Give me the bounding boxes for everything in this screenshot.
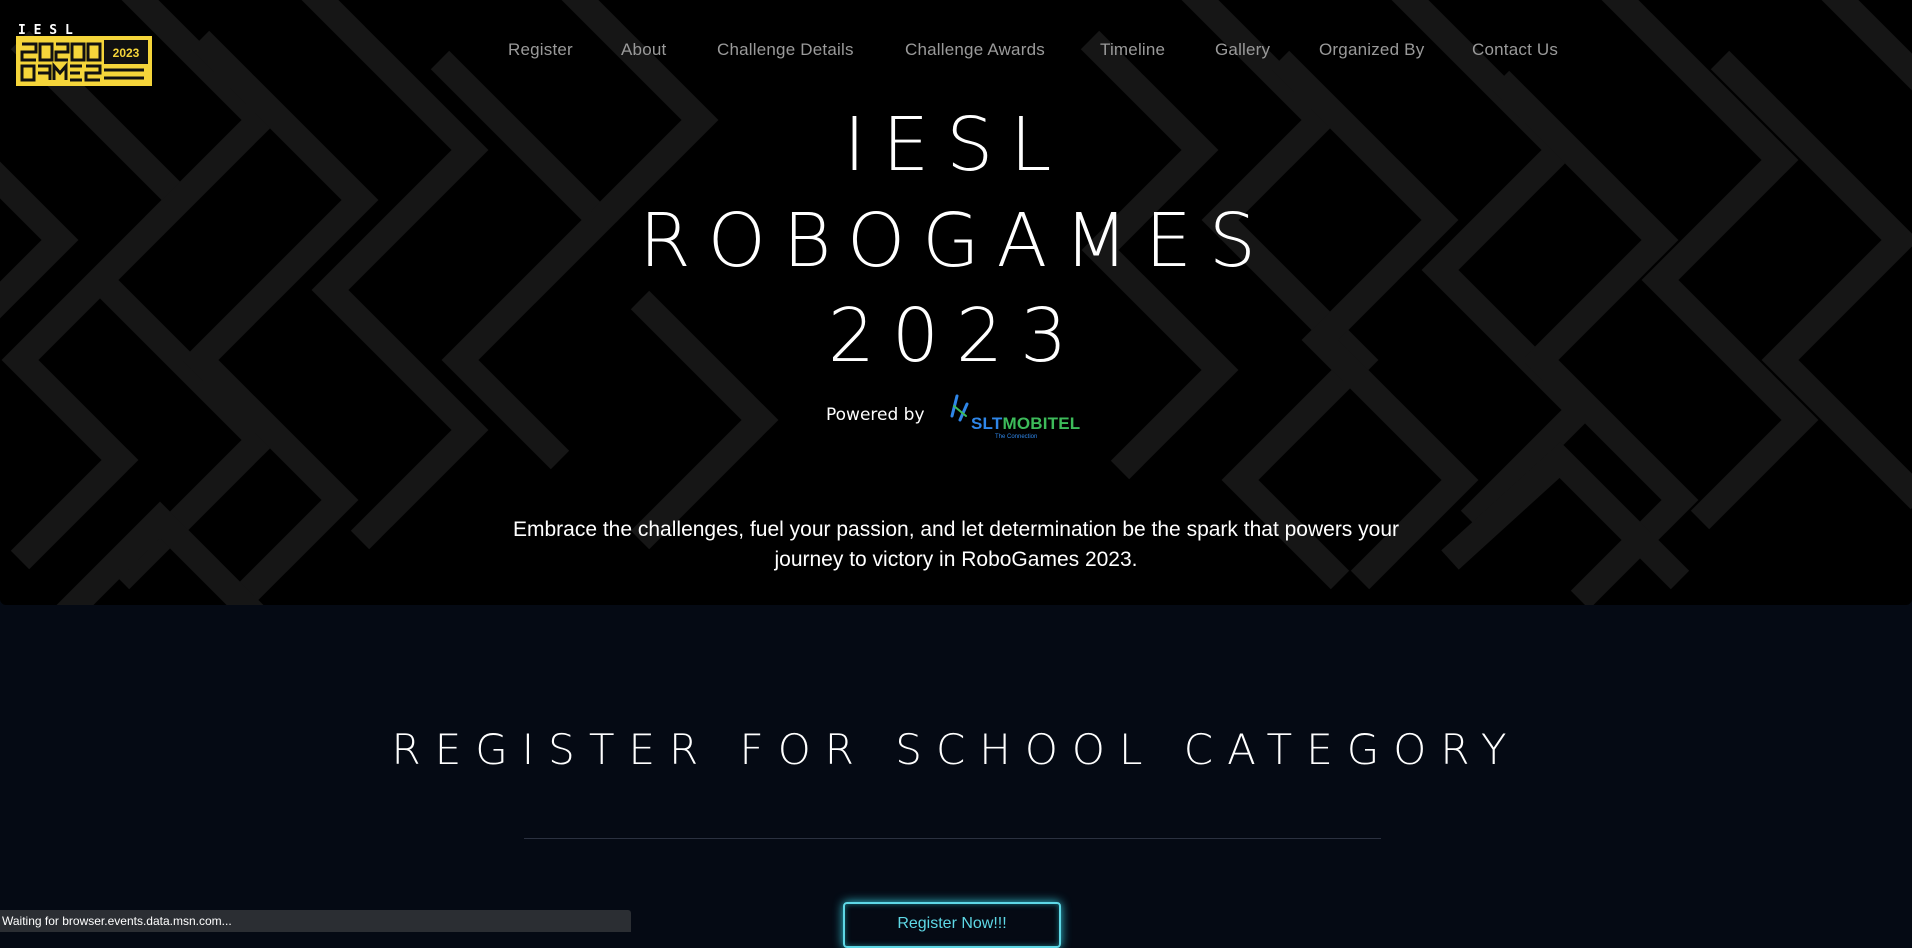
nav-item-about[interactable]: About [621, 40, 666, 60]
sponsor-tagline: The Connection [995, 434, 1038, 440]
powered-by-label: Powered by [826, 405, 925, 425]
nav-item-challenge-awards[interactable]: Challenge Awards [905, 40, 1045, 60]
hero-title-line-1: IESL [843, 102, 1069, 188]
nav-item-challenge-details[interactable]: Challenge Details [717, 40, 854, 60]
hero-title-line-3: 2023 [827, 293, 1085, 379]
sltmobitel-logo: SLTMOBITEL [971, 414, 1080, 434]
nav-item-register[interactable]: Register [508, 40, 573, 60]
nav-item-organized-by[interactable]: Organized By [1319, 40, 1424, 60]
nav-item-gallery[interactable]: Gallery [1215, 40, 1270, 60]
logo-top-text: I E S L [18, 23, 73, 38]
register-now-button[interactable]: Register Now!!! [843, 902, 1061, 948]
sponsor-part-1: SLT [971, 414, 1003, 433]
hero-title-line-2: ROBOGAMES [639, 198, 1273, 284]
register-section-title: REGISTER FOR SCHOOL CATEGORY [391, 725, 1521, 774]
hero-section: I E S L 2023 Register About Challenge De [0, 0, 1912, 605]
main-nav: Register About Challenge Details Challen… [0, 40, 1912, 64]
section-divider [524, 838, 1381, 839]
hero-tagline: Embrace the challenges, fuel your passio… [512, 518, 1399, 571]
browser-status-bar: Waiting for browser.events.data.msn.com.… [0, 910, 631, 932]
nav-item-contact-us[interactable]: Contact Us [1472, 40, 1558, 60]
nav-item-timeline[interactable]: Timeline [1100, 40, 1165, 60]
sponsor-part-2: MOBITEL [1002, 414, 1081, 433]
